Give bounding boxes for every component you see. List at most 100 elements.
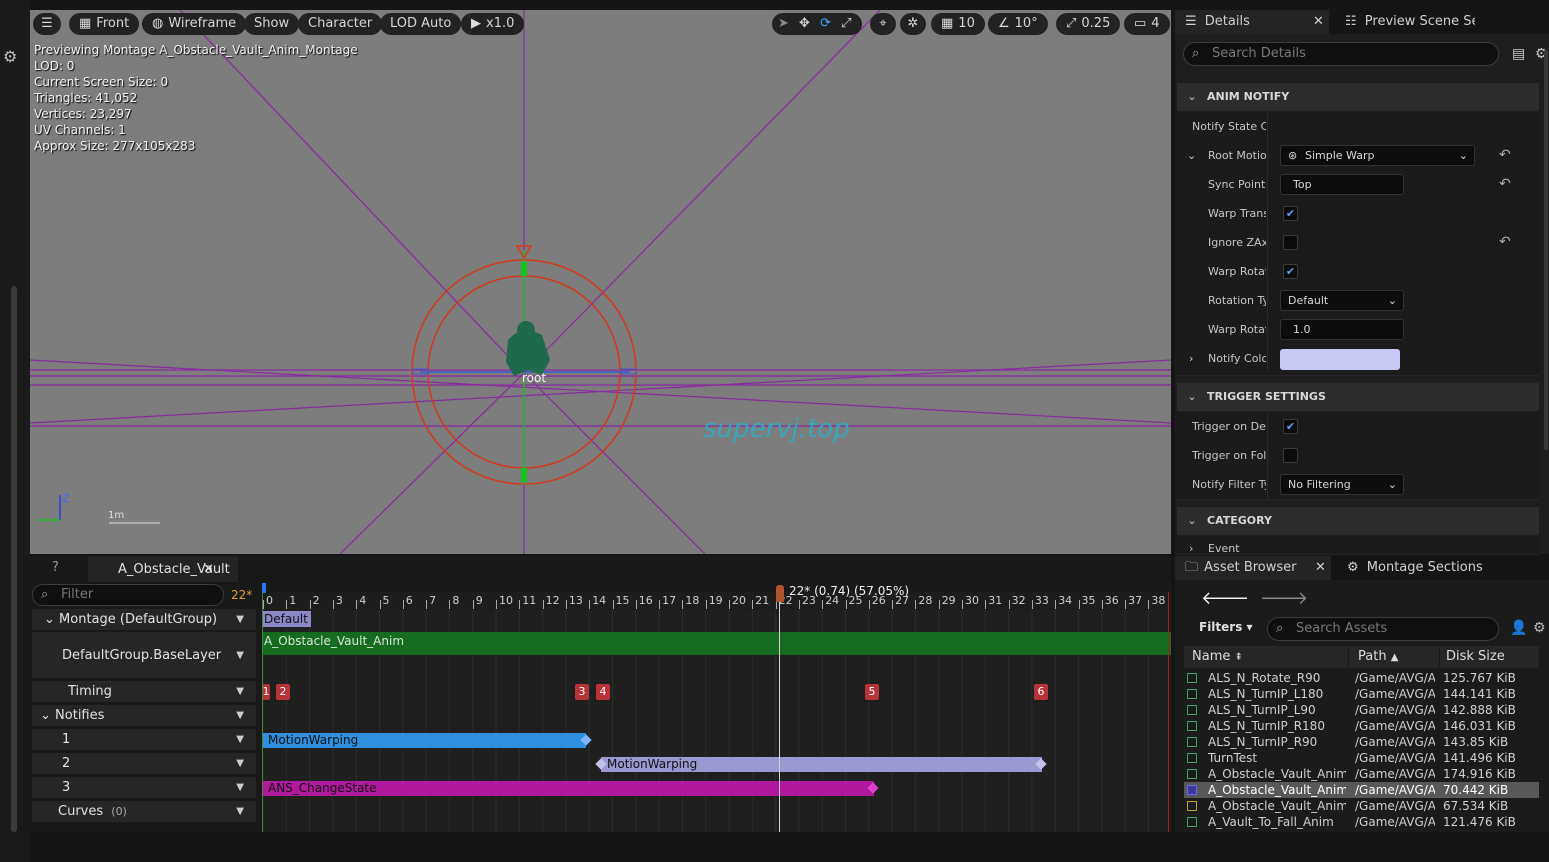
category-category[interactable]: ⌄ CATEGORY xyxy=(1177,507,1539,535)
local-space-button[interactable]: ⌖ xyxy=(870,13,896,35)
transform-tools-group[interactable]: ➤ ✥ ⟳ ⤢ xyxy=(772,13,862,35)
user-icon[interactable]: 👤 xyxy=(1510,620,1527,636)
timing-marker[interactable]: 1 xyxy=(262,684,270,700)
dropdown-icon[interactable]: ▼ xyxy=(236,729,244,751)
ignore-z-checkbox[interactable] xyxy=(1283,235,1298,250)
help-icon[interactable]: ? xyxy=(52,560,59,575)
tab-preview-scene[interactable]: ☷ Preview Scene Se xyxy=(1345,10,1475,34)
scale-snap-button[interactable]: ⤢ 0.25 xyxy=(1056,13,1121,35)
filter-type-combo[interactable]: No Filtering ⌄ xyxy=(1280,474,1404,495)
dropdown-icon[interactable]: ▼ xyxy=(236,777,244,799)
trigger-dedicated-checkbox[interactable]: ✔ xyxy=(1283,419,1298,434)
asset-list-item[interactable]: ALS_N_TurnIP_R90/Game/AVG/A 143.85 KiB xyxy=(1184,734,1539,750)
root-motion-combo[interactable]: ⊛ Simple Warp ⌄ xyxy=(1280,145,1475,166)
scale-icon[interactable]: ⤢ xyxy=(841,16,851,31)
forward-arrow-icon[interactable]: 🡒 xyxy=(1260,588,1308,609)
character-button[interactable]: Character xyxy=(298,13,383,35)
asset-list-item[interactable]: TurnTest/Game/AVG/A 141.496 KiB xyxy=(1184,750,1539,766)
timing-marker[interactable]: 2 xyxy=(276,684,290,700)
anim-segment[interactable]: A_Obstacle_Vault_Anim xyxy=(262,632,1171,655)
warp-rotation-time-field[interactable]: 1.0 xyxy=(1280,319,1404,340)
close-icon[interactable]: ✕ xyxy=(1313,10,1324,34)
row-curves[interactable]: Curves (0) ▼ xyxy=(32,801,256,823)
column-name[interactable]: Name ⇞ xyxy=(1192,646,1243,669)
asset-list-item[interactable]: A_Vault_To_Fall_Anim/Game/AVG/A 121.476 K… xyxy=(1184,814,1539,830)
notify-color-swatch[interactable] xyxy=(1280,349,1400,370)
chevron-down-icon[interactable]: ⌄ xyxy=(1187,141,1196,170)
asset-list-item[interactable]: ALS_N_Rotate_R90/Game/AVG/A 125.767 KiB xyxy=(1184,670,1539,686)
tab-montage[interactable]: A_Obstacle_Vault ✕ xyxy=(88,556,238,582)
asset-list-item[interactable]: A_Obstacle_Vault_Anim_ /Game/AVG/A 70.442 … xyxy=(1184,782,1539,798)
row-timing[interactable]: Timing ▼ xyxy=(32,681,256,703)
filters-button[interactable]: Filters ▾ xyxy=(1199,620,1253,634)
tab-asset-browser[interactable]: 🗀 Asset Browser ✕ xyxy=(1175,556,1331,580)
details-scrollbar[interactable] xyxy=(1544,50,1548,450)
details-search-input[interactable]: ⌕ Search Details xyxy=(1183,42,1499,66)
grid-snap-button[interactable]: ▦ 10 xyxy=(931,13,985,35)
settings-icon[interactable]: ⚙ xyxy=(1533,620,1546,636)
dropdown-icon[interactable]: ▼ xyxy=(236,753,244,775)
category-trigger-settings[interactable]: ⌄ TRIGGER SETTINGS xyxy=(1177,383,1539,411)
asset-list-item[interactable]: A_Obstacle_Vault_Anim/Game/AVG/A 174.916 … xyxy=(1184,766,1539,782)
column-disk-size[interactable]: Disk Size xyxy=(1446,646,1505,668)
timeline-filter-input[interactable]: ⌕ Filter xyxy=(32,584,224,606)
dropdown-icon[interactable]: ▼ xyxy=(236,801,244,823)
dropdown-icon[interactable]: ▼ xyxy=(236,681,244,703)
asset-list-item[interactable]: ALS_N_TurnIP_L180/Game/AVG/A 144.141 KiB xyxy=(1184,686,1539,702)
rotation-snap-button[interactable]: ∠ 10° xyxy=(988,13,1048,35)
move-icon[interactable]: ✥ xyxy=(799,16,810,31)
trigger-follower-checkbox[interactable] xyxy=(1283,448,1298,463)
notify-change-state[interactable]: ANS_ChangeState xyxy=(262,781,874,796)
play-speed-button[interactable]: ▶ x1.0 xyxy=(461,13,525,35)
asset-search-input[interactable]: ⌕ Search Assets xyxy=(1267,617,1499,641)
dropdown-icon[interactable]: ▼ xyxy=(236,632,244,679)
column-path[interactable]: Path ▲ xyxy=(1358,646,1398,669)
rotation-type-combo[interactable]: Default ⌄ xyxy=(1280,290,1404,311)
chevron-right-icon[interactable]: › xyxy=(1189,344,1193,373)
asset-list-item[interactable]: ALS_N_TurnIP_L90/Game/AVG/A 142.888 KiB xyxy=(1184,702,1539,718)
timing-marker[interactable]: 5 xyxy=(865,684,879,700)
dropdown-icon[interactable]: ▼ xyxy=(236,705,244,727)
reset-icon[interactable]: ↶ xyxy=(1499,170,1511,199)
category-anim-notify[interactable]: ⌄ ANIM NOTIFY xyxy=(1177,83,1539,111)
dropdown-icon[interactable]: ▼ xyxy=(236,609,244,631)
timing-marker[interactable]: 6 xyxy=(1034,684,1048,700)
warp-rotation-checkbox[interactable]: ✔ xyxy=(1283,264,1298,279)
tab-details[interactable]: ☰ Details ✕ xyxy=(1175,10,1329,34)
back-arrow-icon[interactable]: 🡐 xyxy=(1201,588,1249,609)
surface-snap-button[interactable]: ✲ xyxy=(900,13,926,35)
notify-motionwarping-1[interactable]: MotionWarping xyxy=(262,733,586,748)
view-lighting-button[interactable]: ◍ Wireframe xyxy=(142,13,247,35)
row-notify-track-3[interactable]: 3 ▼ xyxy=(32,777,256,799)
row-notifies[interactable]: ⌄ Notifies ▼ xyxy=(32,705,256,727)
lod-button[interactable]: LOD Auto xyxy=(380,13,462,35)
sync-point-field[interactable]: Top xyxy=(1280,174,1404,195)
row-slot[interactable]: DefaultGroup.BaseLayer ▼ xyxy=(32,632,256,679)
reset-icon[interactable]: ↶ xyxy=(1499,228,1511,257)
timing-marker[interactable]: 3 xyxy=(575,684,589,700)
close-icon[interactable]: ✕ xyxy=(203,556,214,583)
notify-motionwarping-2[interactable]: MotionWarping xyxy=(601,757,1042,772)
row-montage-group[interactable]: ⌄ Montage (DefaultGroup) ▼ xyxy=(32,609,256,631)
show-button[interactable]: Show xyxy=(244,13,300,35)
tab-montage-sections[interactable]: ⚙ Montage Sections xyxy=(1347,556,1487,580)
warp-translation-checkbox[interactable]: ✔ xyxy=(1283,206,1298,221)
table-view-icon[interactable]: ▤ xyxy=(1512,46,1525,62)
row-notify-track-1[interactable]: 1 ▼ xyxy=(32,729,256,751)
rotate-icon[interactable]: ⟳ xyxy=(820,16,831,31)
asset-list-item[interactable]: ALS_N_TurnIP_R180/Game/AVG/A 146.031 KiB xyxy=(1184,718,1539,734)
timing-marker[interactable]: 4 xyxy=(596,684,610,700)
row-notify-track-2[interactable]: 2 ▼ xyxy=(32,753,256,775)
gear-icon[interactable]: ⚙ xyxy=(3,47,17,66)
reset-icon[interactable]: ↶ xyxy=(1499,141,1511,170)
close-icon[interactable]: ✕ xyxy=(1315,556,1326,580)
section-default[interactable]: Default xyxy=(262,611,311,627)
select-icon[interactable]: ➤ xyxy=(778,16,789,31)
camera-speed-button[interactable]: ▭ 4 xyxy=(1124,13,1170,35)
left-scrollbar[interactable] xyxy=(11,286,17,832)
frame-ruler[interactable]: 0 1 2 3 4 5 6 7 8 9 10 11 12 13 14 15 16 17 18 19 20 21 22 23 24… xyxy=(262,592,1171,610)
preview-viewport[interactable]: ☰ ▦ Front ◍ Wireframe Show Character LOD A… xyxy=(30,10,1171,554)
asset-list-item[interactable]: A_Obstacle_Vault_Anim_ /Game/AVG/A 67.534 … xyxy=(1184,798,1539,814)
playhead-handle[interactable] xyxy=(776,585,784,602)
viewport-menu-button[interactable]: ☰ xyxy=(33,13,61,35)
